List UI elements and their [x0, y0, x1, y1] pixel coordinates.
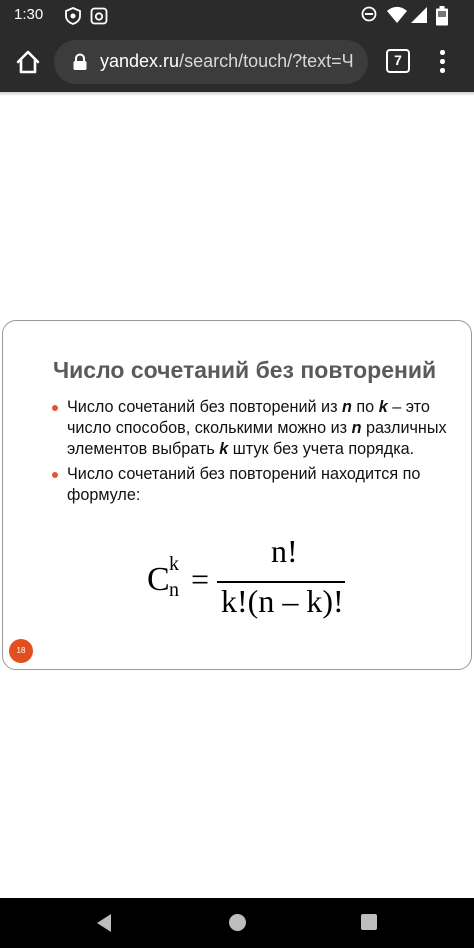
formula-c: C — [147, 561, 170, 598]
address-bar[interactable]: yandex.ru/search/touch/?text=Ч — [54, 40, 368, 84]
wifi-icon — [387, 6, 407, 23]
slide-image[interactable]: Число сочетаний без повторений Число соч… — [2, 320, 472, 670]
navigation-bar — [0, 898, 474, 948]
url-host: yandex.ru — [100, 51, 180, 71]
bullet-dot — [52, 405, 58, 411]
bullet-dot — [52, 472, 58, 478]
bullet-text: Число сочетаний без повторений из — [67, 398, 343, 416]
status-bar: 1:30 — [0, 0, 474, 32]
formula-subscript-n: n — [169, 579, 179, 601]
url-path: /search/touch/?text=Ч — [179, 51, 354, 71]
recents-icon[interactable] — [361, 914, 377, 930]
formula-equals: = — [191, 561, 210, 597]
battery-icon — [436, 6, 448, 26]
browser-toolbar: yandex.ru/search/touch/?text=Ч 7 — [0, 32, 474, 92]
back-icon[interactable] — [96, 913, 112, 933]
formula-superscript-k: k — [169, 553, 179, 575]
bullet-text: штук без учета порядка. — [228, 440, 415, 458]
variable-k: k — [378, 398, 388, 416]
slide-title: Число сочетаний без повторений — [53, 357, 437, 383]
do-not-disturb-icon — [361, 6, 377, 22]
slide-number-badge: 18 — [9, 639, 33, 663]
formula-numerator: n! — [271, 533, 298, 569]
home-nav-icon[interactable] — [229, 914, 246, 931]
list-item: Число сочетаний без повторений из n по k… — [51, 397, 451, 460]
bullet-list: Число сочетаний без повторений из n по k… — [51, 397, 451, 510]
lock-icon — [73, 53, 87, 70]
url-text: yandex.ru/search/touch/?text=Ч — [100, 51, 354, 72]
shield-icon — [65, 7, 81, 25]
status-time: 1:30 — [14, 6, 44, 23]
variable-n: n — [342, 398, 352, 416]
toolbar-shadow — [0, 92, 474, 96]
tab-switcher-button[interactable]: 7 — [386, 49, 410, 73]
home-icon[interactable] — [12, 46, 44, 78]
combination-formula: C k n = n! k!(n – k)! — [145, 533, 385, 623]
signal-icon — [411, 7, 427, 23]
variable-n: n — [351, 419, 362, 437]
bullet-text: по — [351, 398, 379, 416]
list-item: Число сочетаний без повторений находится… — [51, 464, 451, 506]
overflow-menu-icon[interactable] — [430, 48, 454, 76]
formula-denominator: k!(n – k)! — [221, 583, 344, 619]
variable-k: k — [219, 440, 229, 458]
camera-icon — [90, 7, 108, 25]
bullet-text: Число сочетаний без повторений находится… — [67, 465, 421, 504]
